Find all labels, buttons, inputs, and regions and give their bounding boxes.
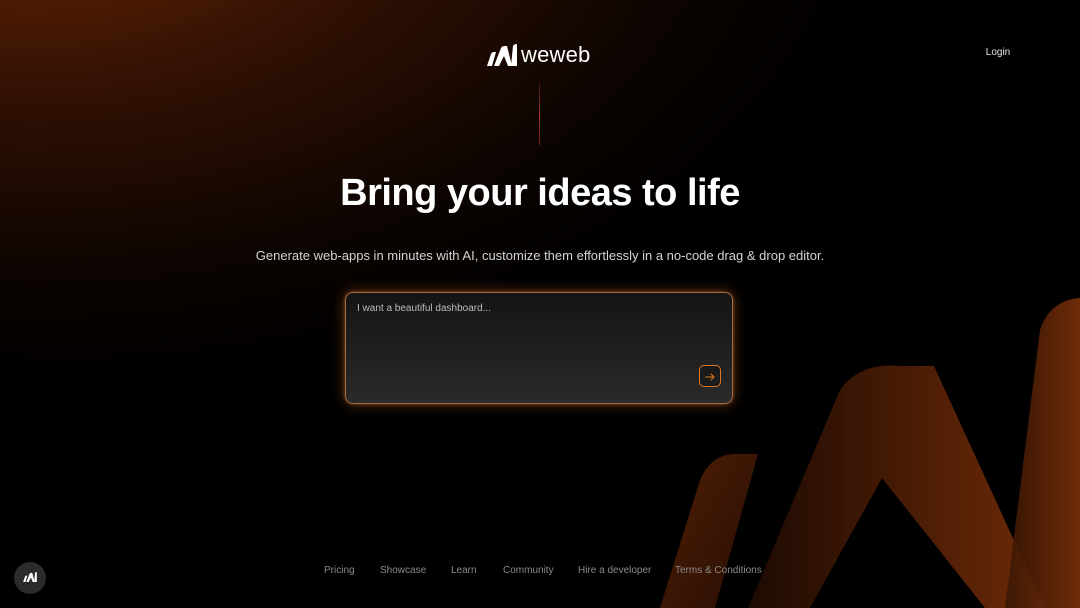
footer-link-terms[interactable]: Terms & Conditions — [675, 565, 762, 576]
arrow-right-icon — [705, 369, 715, 384]
prompt-input[interactable] — [357, 303, 697, 363]
footer-link-learn[interactable]: Learn — [451, 565, 477, 576]
weweb-logo-icon — [23, 569, 37, 587]
footer-link-pricing[interactable]: Pricing — [324, 565, 355, 576]
hero-divider-line — [539, 82, 540, 145]
footer-link-showcase[interactable]: Showcase — [380, 565, 426, 576]
brand-logo[interactable]: weweb — [487, 42, 590, 68]
top-navigation: weweb Login — [0, 0, 1080, 110]
hero-title: Bring your ideas to life — [340, 172, 740, 214]
landing-page: weweb Login Bring your ideas to life Gen… — [0, 0, 1080, 608]
brand-name: weweb — [521, 42, 591, 67]
weweb-floating-button[interactable] — [14, 562, 46, 594]
footer-link-hire-developer[interactable]: Hire a developer — [578, 565, 651, 576]
footer-link-community[interactable]: Community — [503, 565, 554, 576]
login-link[interactable]: Login — [980, 47, 1016, 58]
weweb-logo-icon — [487, 44, 517, 66]
submit-prompt-button[interactable] — [699, 365, 721, 387]
ai-prompt-box — [345, 292, 733, 404]
hero-subtitle: Generate web-apps in minutes with AI, cu… — [255, 248, 825, 263]
footer-navigation: Pricing Showcase Learn Community Hire a … — [0, 565, 1080, 579]
